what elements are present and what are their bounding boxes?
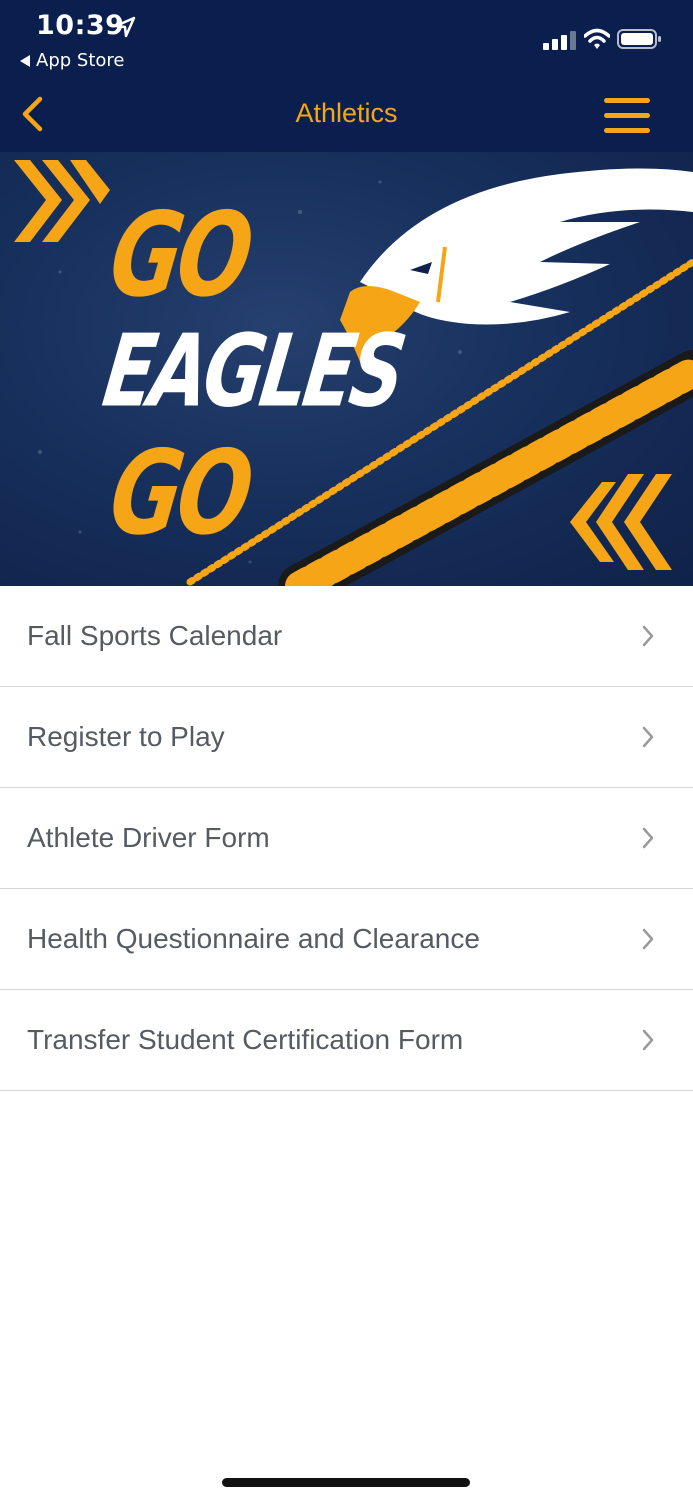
- list-item-fall-sports-calendar[interactable]: Fall Sports Calendar: [0, 586, 693, 687]
- list-item-label: Transfer Student Certification Form: [27, 1024, 464, 1055]
- menu-bar: [604, 98, 650, 103]
- back-app-label: App Store: [36, 50, 125, 71]
- wifi-icon: [584, 28, 610, 49]
- chevrons-bottom-right-icon: [570, 474, 672, 570]
- menu-bar: [604, 113, 650, 118]
- back-triangle-icon: [20, 54, 30, 67]
- page-title: Athletics: [295, 98, 398, 128]
- list-item-label: Health Questionnaire and Clearance: [27, 923, 480, 954]
- cellular-signal-icon: [543, 31, 576, 50]
- location-arrow-icon: [114, 16, 136, 38]
- athletics-menu-list: Fall Sports Calendar Register to Play At…: [0, 586, 693, 1091]
- battery-icon: [617, 29, 661, 49]
- app-header: 10:39 App Store Athletics: [0, 0, 693, 152]
- list-item-label: Fall Sports Calendar: [27, 620, 283, 651]
- home-indicator[interactable]: [222, 1478, 470, 1487]
- chevrons-top-left-icon: [14, 160, 110, 242]
- list-item-label: Athlete Driver Form: [27, 822, 270, 853]
- banner-eagles: EAGLES: [96, 313, 409, 430]
- list-item-health-questionnaire[interactable]: Health Questionnaire and Clearance: [0, 889, 693, 990]
- banner-go-bottom: GO: [102, 426, 258, 562]
- chevron-right-icon: [642, 928, 654, 950]
- chevron-right-icon: [642, 827, 654, 849]
- go-eagles-banner: GO EAGLES GO: [0, 152, 693, 586]
- menu-bar: [604, 128, 650, 133]
- chevron-right-icon: [642, 726, 654, 748]
- banner-go-top: GO: [102, 188, 258, 324]
- chevron-right-icon: [642, 625, 654, 647]
- list-item-transfer-student-certification[interactable]: Transfer Student Certification Form: [0, 990, 693, 1091]
- list-item-label: Register to Play: [27, 721, 225, 752]
- status-time: 10:39: [36, 10, 125, 41]
- back-to-app-store[interactable]: App Store: [20, 50, 124, 71]
- list-item-athlete-driver-form[interactable]: Athlete Driver Form: [0, 788, 693, 889]
- list-item-register-to-play[interactable]: Register to Play: [0, 687, 693, 788]
- hamburger-menu-icon[interactable]: [604, 98, 650, 134]
- chevron-right-icon: [642, 1029, 654, 1051]
